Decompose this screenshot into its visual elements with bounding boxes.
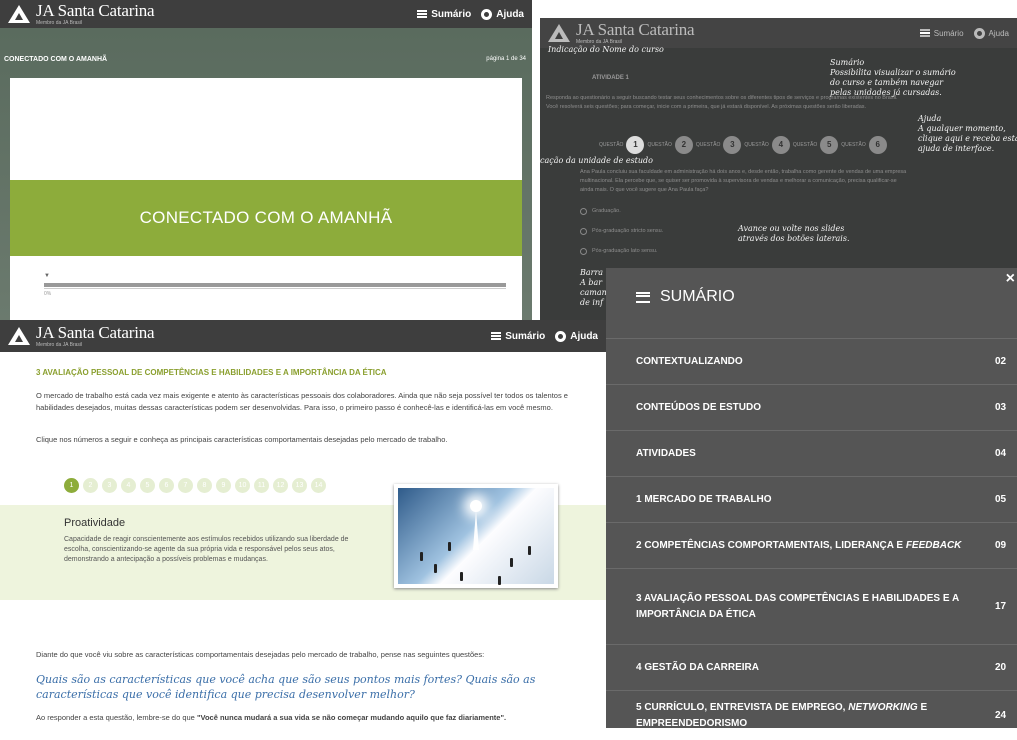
question-4[interactable]: 4 [771, 136, 790, 154]
characteristic-title: Proatividade [64, 517, 126, 529]
logo-icon [8, 327, 30, 345]
menu-icon [491, 332, 502, 340]
summary-panel: SUMÁRIO × CONTEXTUALIZANDO 02 CONTEÚDOS D… [606, 268, 1017, 729]
summary-item[interactable]: 4 GESTÃO DA CARREIRA 20 [606, 644, 1017, 690]
option-2: Pós-graduação stricto sensu. [592, 228, 664, 234]
help-button[interactable]: Ajuda [555, 330, 598, 342]
lifebuoy-icon [973, 27, 985, 39]
characteristic-3[interactable]: 3 [102, 478, 117, 493]
content-screen: JA Santa Catarina Membro da JA Brasil Sum… [0, 320, 606, 728]
option-3: Pós-graduação lato sensu. [592, 248, 658, 254]
summary-item[interactable]: CONTEÚDOS DE ESTUDO 03 [606, 384, 1017, 430]
case-line-1: Ana Paula concluiu sua faculdade em admi… [580, 169, 907, 175]
intro-line-2: Você resolverá seis questões; para começ… [546, 104, 867, 110]
logo: JA Santa Catarina Membro da JA Brasil [548, 20, 695, 45]
top-bar: JA Santa Catarina Membro da JA Brasil Sum… [0, 0, 532, 28]
note-sumario: Sumário Possibilita visualizar o sumário… [830, 58, 956, 97]
top-bar: JA Santa Catarina Membro da JA Brasil Sum… [540, 18, 1017, 48]
help-button[interactable]: Ajuda [973, 27, 1009, 39]
top-bar: JA Santa Catarina Membro da JA Brasil Sum… [0, 320, 606, 352]
characteristic-text: Capacidade de reagir conscientemente aos… [64, 536, 349, 563]
logo: JA Santa Catarina Membro da JA Brasil [8, 1, 155, 26]
progress-percent: 0% [44, 291, 52, 297]
characteristic-6[interactable]: 6 [159, 478, 174, 493]
characteristic-12[interactable]: 12 [273, 478, 288, 493]
characteristic-11[interactable]: 11 [254, 478, 269, 493]
summary-button[interactable]: Sumário [417, 9, 471, 20]
option-radio-3[interactable] [580, 248, 587, 255]
option-radio-1[interactable] [580, 208, 587, 215]
question-1[interactable]: 1 [626, 136, 645, 154]
note-unidade: cação da unidade de estudo [540, 156, 653, 165]
paragraph-intro: O mercado de trabalho está cada vez mais… [36, 391, 568, 412]
summary-item[interactable]: CONTEXTUALIZANDO 02 [606, 338, 1017, 384]
summary-item[interactable]: 1 MERCADO DE TRABALHO 05 [606, 476, 1017, 522]
cover-banner: CONECTADO COM O AMANHÃ [10, 180, 522, 256]
section-title: 3 AVALIAÇÃO PESSOAL DE COMPETÊNCIAS E HA… [36, 368, 387, 377]
logo: JA Santa Catarina Membro da JA Brasil [8, 323, 155, 348]
note-ajuda: Ajuda A qualquer momento, clique aqui e … [918, 114, 1017, 153]
note-course-name: Indicação do Nome do curso [548, 45, 664, 54]
characteristic-7[interactable]: 7 [178, 478, 193, 493]
paragraph-reflection: Diante do que você viu sobre as caracter… [36, 650, 485, 659]
page-indicator: página 1 de 34 [486, 56, 526, 62]
summary-item[interactable]: 3 AVALIAÇÃO PESSOAL DAS COMPETÊNCIAS E H… [606, 568, 1017, 644]
menu-icon [636, 291, 650, 303]
logo-icon [548, 24, 570, 42]
brand-name: JA Santa Catarina [36, 1, 155, 20]
summary-button[interactable]: Sumário [491, 331, 545, 342]
course-cover-screen: JA Santa Catarina Membro da JA Brasil Sum… [0, 0, 532, 320]
activity-title: ATIVIDADE 1 [592, 75, 629, 81]
option-1: Graduação. [592, 208, 621, 214]
menu-icon [919, 29, 930, 37]
reflection-question: Quais são as características que você ac… [36, 673, 536, 701]
course-name: CONECTADO COM O AMANHÃ [4, 56, 108, 63]
characteristic-9[interactable]: 9 [216, 478, 231, 493]
characteristic-10[interactable]: 10 [235, 478, 250, 493]
brand-sub: Membro da JA Brasil [36, 20, 83, 26]
note-barra: Barra A bar caman de inf [580, 268, 607, 307]
characteristic-14[interactable]: 14 [311, 478, 326, 493]
question-2[interactable]: 2 [674, 136, 693, 154]
brand-name: JA Santa Catarina [36, 323, 155, 342]
lifebuoy-icon [555, 330, 567, 342]
characteristic-2[interactable]: 2 [83, 478, 98, 493]
close-icon[interactable]: × [1006, 270, 1015, 288]
keyhole-image [394, 484, 558, 588]
brand-name: JA Santa Catarina [576, 20, 695, 39]
characteristic-8[interactable]: 8 [197, 478, 212, 493]
brand-sub: Membro da JA Brasil [36, 342, 83, 348]
progress-bar[interactable] [44, 283, 506, 287]
characteristic-13[interactable]: 13 [292, 478, 307, 493]
menu-icon [417, 10, 428, 18]
case-line-2: multinacional. Ela percebe que, se quise… [580, 178, 897, 184]
summary-button[interactable]: Sumário [919, 29, 964, 38]
summary-item[interactable]: ATIVIDADES 04 [606, 430, 1017, 476]
paragraph-instruction: Clique nos números a seguir e conheça as… [36, 435, 448, 444]
summary-title: SUMÁRIO [636, 288, 735, 306]
characteristic-4[interactable]: 4 [121, 478, 136, 493]
lifebuoy-icon [481, 8, 493, 20]
question-6[interactable]: 6 [868, 136, 887, 154]
help-button[interactable]: Ajuda [481, 8, 524, 20]
summary-item[interactable]: 5 CURRÍCULO, ENTREVISTA DE EMPREGO, NETW… [606, 690, 1017, 740]
logo-icon [8, 5, 30, 23]
progress-marker: ▼ [44, 273, 50, 279]
summary-item[interactable]: 2 COMPETÊNCIAS COMPORTAMENTAIS, LIDERANÇ… [606, 522, 1017, 568]
question-3[interactable]: 3 [723, 136, 742, 154]
characteristic-5[interactable]: 5 [140, 478, 155, 493]
question-navigator: QUESTÃO 1 QUESTÃO 2 QUESTÃO 3 QUESTÃO 4 QUES… [596, 136, 887, 154]
characteristic-1[interactable]: 1 [64, 478, 79, 493]
characteristics-selector: 1 2 3 4 5 6 7 8 9 10 11 12 13 14 [64, 478, 330, 493]
note-avance: Avance ou volte nos slides através dos b… [738, 224, 850, 243]
case-line-3: ainda mais. O que você sugere que Ana Pa… [580, 187, 709, 193]
paragraph-closing: Ao responder a esta questão, lembre-se d… [36, 713, 507, 722]
option-radio-2[interactable] [580, 228, 587, 235]
question-5[interactable]: 5 [820, 136, 839, 154]
